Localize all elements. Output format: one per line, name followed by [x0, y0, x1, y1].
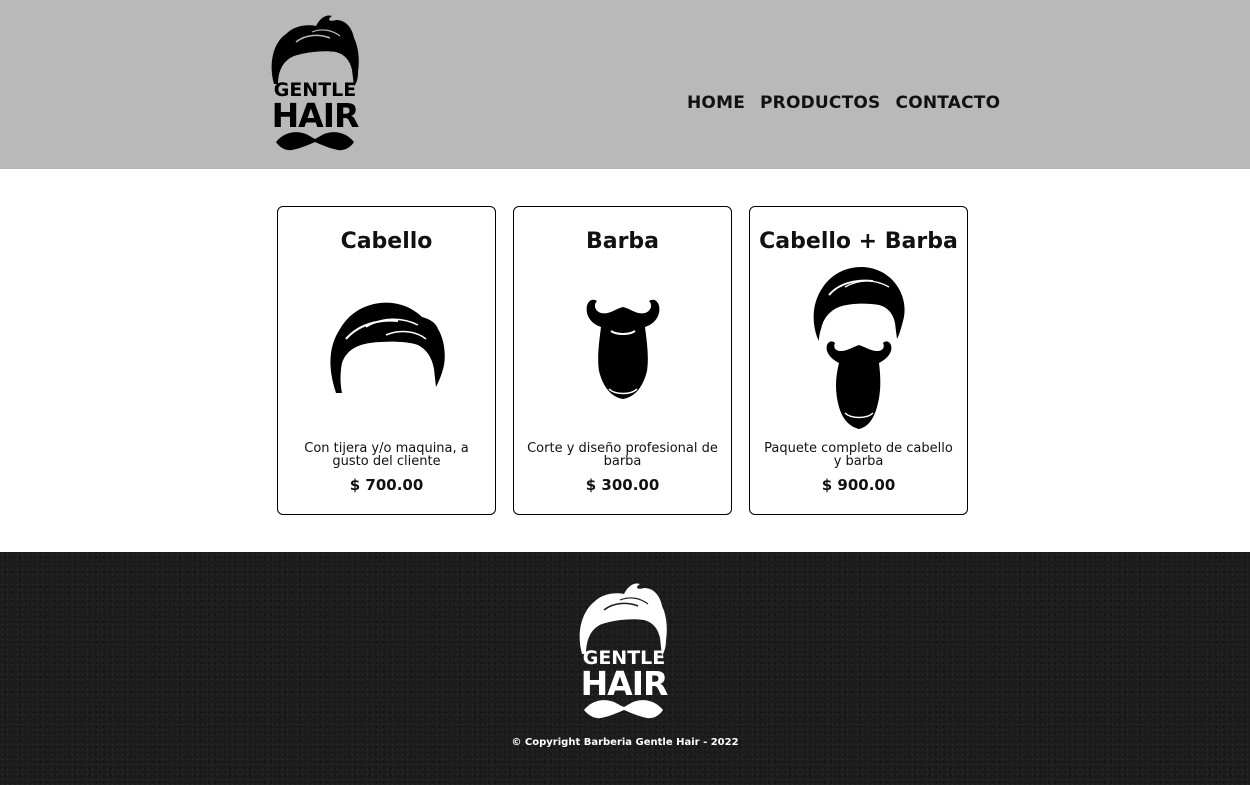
- hair-icon: [329, 302, 445, 393]
- logo-text-hair: HAIR: [272, 96, 359, 135]
- card-price: $ 900.00: [821, 476, 896, 494]
- product-card-cabello[interactable]: Cabello Con tijera y/o maquina, a gusto …: [277, 206, 496, 515]
- footer-logo[interactable]: GENTLE HAIR: [576, 580, 672, 722]
- card-title: Cabello: [340, 229, 433, 254]
- card-description: Corte y diseño profesional de barba: [527, 441, 718, 469]
- card-description: Con tijera y/o maquina, a gusto del clie…: [304, 441, 469, 469]
- card-price: $ 300.00: [585, 476, 660, 494]
- beard-icon: [586, 299, 659, 399]
- site-header: GENTLE HAIR HOME PRODUCTOS CONTACTO: [0, 0, 1250, 169]
- card-title: Barba: [585, 229, 660, 254]
- nav-productos-link[interactable]: PRODUCTOS: [760, 93, 881, 113]
- card-description: Paquete completo de cabello y barba: [764, 441, 953, 469]
- copyright-text: © Copyright Barberia Gentle Hair - 2022: [511, 737, 739, 748]
- product-card-cabello-barba[interactable]: Cabello + Barba Paquete completo de cabe…: [749, 206, 968, 515]
- card-title: Cabello + Barba: [759, 229, 958, 254]
- nav-contacto-link[interactable]: CONTACTO: [896, 93, 1001, 113]
- site-footer: GENTLE HAIR © Copyright Barberia Gentle …: [0, 552, 1250, 785]
- card-price: $ 700.00: [349, 476, 424, 494]
- product-card-barba[interactable]: Barba Corte y diseño profesional de barb…: [513, 206, 732, 515]
- nav-home-link[interactable]: HOME: [687, 93, 745, 113]
- hair-and-beard-icon: [813, 267, 905, 429]
- footer-logo-text-hair: HAIR: [581, 664, 668, 703]
- main-nav: HOME PRODUCTOS CONTACTO: [687, 93, 1000, 113]
- gentle-hair-logo[interactable]: GENTLE HAIR: [266, 12, 364, 154]
